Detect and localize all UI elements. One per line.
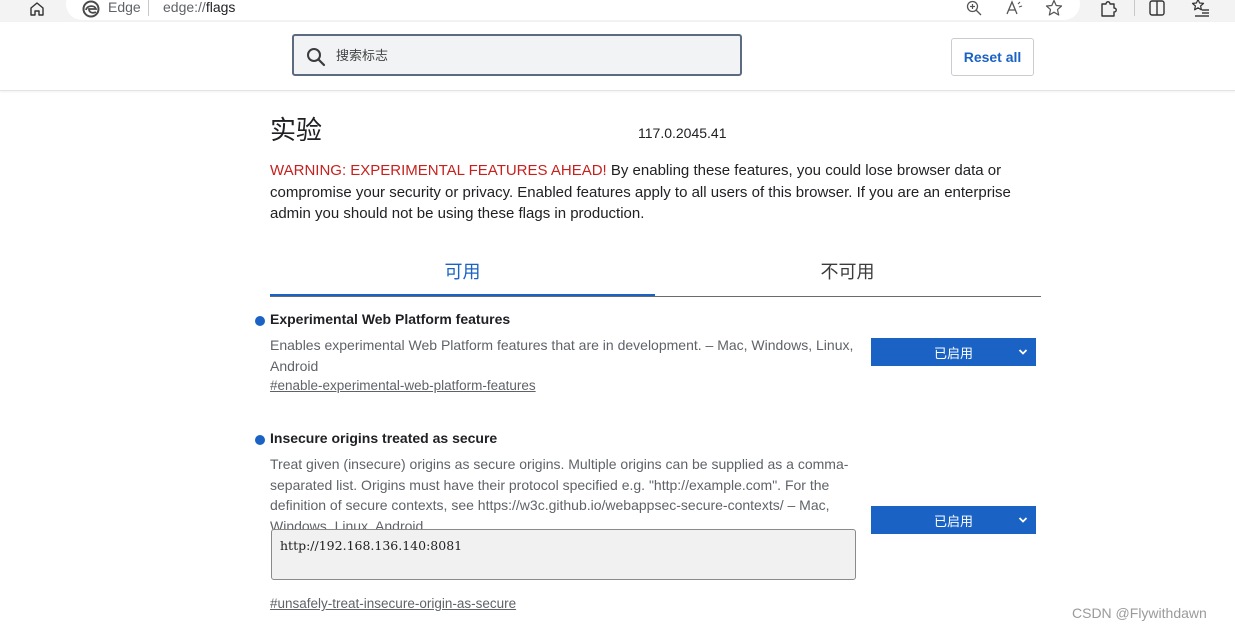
warning-heading: WARNING: EXPERIMENTAL FEATURES AHEAD!: [270, 162, 607, 179]
url-path: flags: [205, 0, 236, 15]
toolbar-divider: [1134, 0, 1135, 16]
flag-state-value: 已启用: [933, 514, 973, 530]
flag-enabled-dot: [255, 435, 265, 445]
site-name: Edge: [108, 0, 141, 15]
chevron-down-icon: [1018, 517, 1028, 523]
tab-available[interactable]: 可用: [270, 248, 655, 296]
read-aloud-icon[interactable]: [1005, 0, 1023, 17]
browser-toolbar: Edge edge://flags: [0, 0, 1235, 22]
address-separator: [148, 0, 149, 16]
flag-state-value: 已启用: [933, 346, 973, 362]
origins-text-input[interactable]: http://192.168.136.140:8081: [271, 529, 856, 580]
flag-title: Insecure origins treated as secure: [270, 430, 498, 446]
extensions-icon[interactable]: [1098, 0, 1118, 18]
split-screen-icon[interactable]: [1147, 0, 1167, 18]
flag-item-experimental-web-platform: Experimental Web Platform features Enabl…: [255, 311, 1040, 401]
favorite-star-icon[interactable]: [1045, 0, 1063, 17]
flag-item-insecure-origins: Insecure origins treated as secure Treat…: [255, 430, 1040, 620]
watermark-text: CSDN @Flywithdawn: [1072, 605, 1207, 621]
search-input[interactable]: [334, 45, 728, 67]
flag-enabled-dot: [255, 316, 265, 326]
url-prefix: edge://: [163, 0, 206, 15]
flag-state-select[interactable]: 已启用: [871, 338, 1036, 366]
flag-permalink[interactable]: #enable-experimental-web-platform-featur…: [270, 378, 536, 393]
reset-all-button[interactable]: Reset all: [951, 38, 1034, 76]
version-number: 117.0.2045.41: [638, 125, 727, 141]
search-icon: [307, 48, 326, 67]
home-button[interactable]: [26, 0, 48, 19]
tab-unavailable[interactable]: 不可用: [655, 248, 1040, 294]
zoom-icon[interactable]: [965, 0, 983, 17]
flags-header: Reset all: [0, 22, 1235, 91]
warning-message: WARNING: EXPERIMENTAL FEATURES AHEAD! By…: [270, 160, 1040, 225]
url-text[interactable]: edge://flags: [163, 0, 235, 15]
flag-title: Experimental Web Platform features: [270, 311, 511, 327]
flag-description: Enables experimental Web Platform featur…: [270, 337, 854, 374]
tab-bar: 可用 不可用: [270, 248, 1041, 297]
page-title: 实验: [270, 116, 323, 146]
search-box[interactable]: [292, 34, 742, 76]
flag-permalink[interactable]: #unsafely-treat-insecure-origin-as-secur…: [270, 596, 516, 611]
chevron-down-icon: [1018, 349, 1028, 355]
favorites-list-icon[interactable]: [1191, 0, 1211, 18]
edge-logo-icon: [82, 0, 100, 18]
home-icon: [30, 2, 44, 16]
flag-state-select[interactable]: 已启用: [871, 506, 1036, 534]
flag-description: Treat given (insecure) origins as secure…: [270, 456, 849, 534]
address-bar[interactable]: Edge edge://flags: [66, 0, 1080, 20]
